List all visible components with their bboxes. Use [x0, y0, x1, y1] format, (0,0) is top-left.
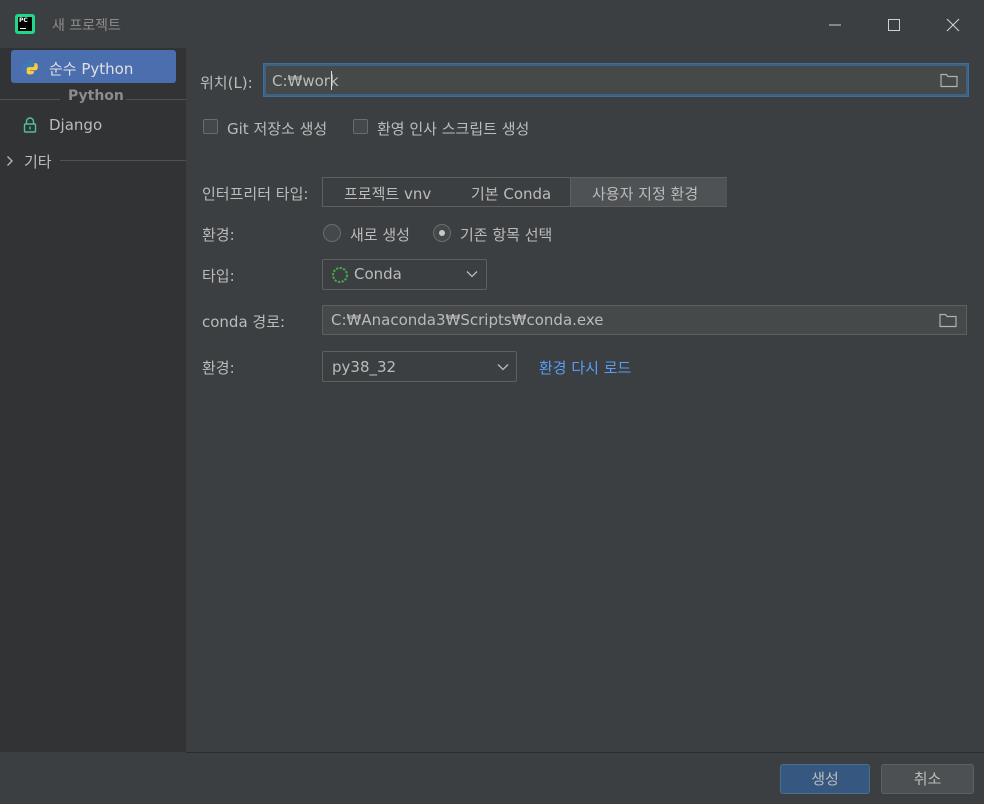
interpreter-type-label: 인터프리터 타입:	[202, 185, 309, 203]
new-environment-option[interactable]: 새로 생성	[322, 223, 422, 245]
close-button[interactable]	[940, 12, 966, 38]
git-repo-label: Git 저장소 생성	[227, 120, 328, 138]
chevron-down-icon	[497, 364, 509, 371]
reload-environments-link[interactable]: 환경 다시 로드	[539, 357, 631, 378]
sidebar-item-pure-python[interactable]: 순수 Python	[11, 50, 176, 83]
environment-select-value: py38_32	[332, 358, 397, 376]
tab-custom-environment[interactable]: 사용자 지정 환경	[570, 178, 727, 206]
git-repo-checkbox[interactable]	[203, 119, 218, 134]
group-label-python: Python	[68, 88, 124, 104]
conda-path-input[interactable]: C:₩Anaconda3₩Scripts₩conda.exe	[322, 305, 967, 335]
tab-project-venv[interactable]: 프로젝트 vnv	[323, 178, 447, 206]
sidebar-item-label: 순수 Python	[49, 60, 134, 78]
lock-icon	[23, 117, 37, 133]
git-repo-option[interactable]: Git 저장소 생성	[203, 117, 343, 139]
cancel-button[interactable]: 취소	[881, 764, 974, 794]
pycharm-logo-icon: PC	[15, 14, 35, 34]
folder-icon[interactable]	[939, 312, 957, 328]
existing-environment-option[interactable]: 기존 항목 선택	[432, 223, 572, 245]
close-icon	[946, 18, 960, 32]
new-environment-label: 새로 생성	[350, 226, 410, 244]
type-value: Conda	[354, 265, 402, 283]
group-divider	[0, 99, 60, 100]
chevron-down-icon	[466, 271, 478, 278]
python-icon	[22, 59, 38, 75]
location-label: 위치(L):	[200, 74, 253, 92]
text-caret	[331, 71, 332, 90]
conda-path-label: conda 경로:	[202, 313, 286, 331]
interpreter-type-segmented: 프로젝트 vnv 기본 Conda 사용자 지정 환경	[322, 177, 727, 207]
minimize-button[interactable]	[822, 12, 848, 38]
welcome-script-option[interactable]: 환영 인사 스크립트 생성	[353, 117, 553, 139]
chevron-right-icon	[7, 156, 13, 166]
sidebar-item-label: Django	[49, 116, 103, 134]
footer-divider	[186, 752, 984, 753]
group-divider	[126, 99, 186, 100]
location-input[interactable]: C:₩work	[264, 64, 968, 96]
title-bar: PC 새 프로젝트	[0, 0, 984, 48]
conda-path-value: C:₩Anaconda3₩Scripts₩conda.exe	[331, 311, 604, 329]
sidebar-group-other[interactable]: 기타	[0, 147, 186, 175]
sidebar-item-django[interactable]: Django	[11, 109, 176, 142]
sidebar-group-label: 기타	[24, 153, 52, 171]
maximize-icon	[888, 19, 900, 31]
window-title: 새 프로젝트	[52, 18, 121, 34]
welcome-script-checkbox[interactable]	[353, 119, 368, 134]
tab-base-conda[interactable]: 기본 Conda	[447, 178, 570, 206]
environment-label: 환경:	[202, 226, 235, 244]
environment-select-label: 환경:	[202, 359, 235, 377]
location-value: C:₩work	[272, 72, 339, 90]
minimize-icon	[829, 24, 841, 26]
group-divider	[60, 160, 186, 161]
type-label: 타입:	[202, 267, 235, 285]
new-environment-radio[interactable]	[323, 224, 341, 242]
maximize-button[interactable]	[881, 12, 907, 38]
type-select[interactable]: Conda	[322, 259, 487, 290]
create-button[interactable]: 생성	[780, 764, 870, 794]
environment-select[interactable]: py38_32	[322, 351, 517, 382]
existing-environment-label: 기존 항목 선택	[460, 226, 553, 244]
folder-icon[interactable]	[940, 72, 958, 88]
existing-environment-radio[interactable]	[433, 224, 451, 242]
conda-icon	[332, 267, 348, 283]
welcome-script-label: 환영 인사 스크립트 생성	[377, 120, 530, 138]
